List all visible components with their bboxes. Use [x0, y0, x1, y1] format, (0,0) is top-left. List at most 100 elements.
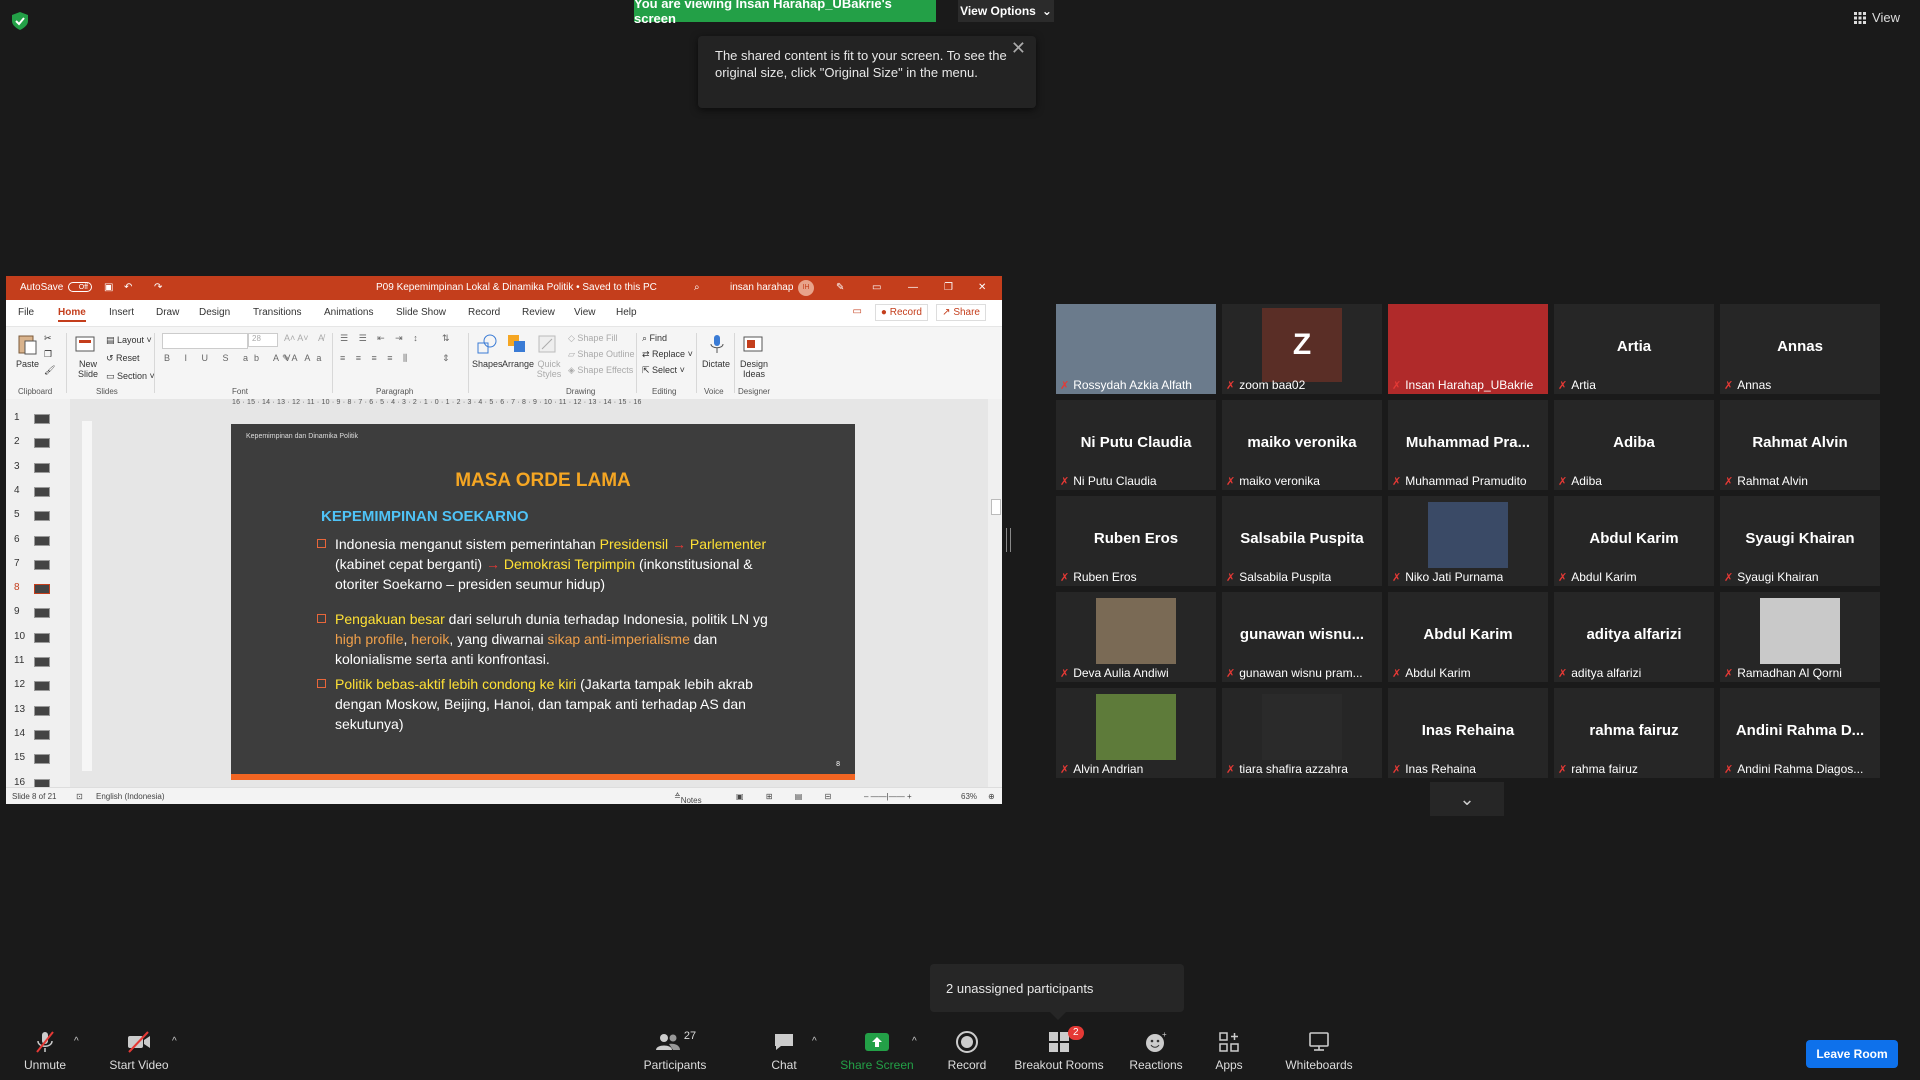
- quick-styles-icon[interactable]: [536, 333, 558, 355]
- arrange-icon[interactable]: [506, 333, 528, 355]
- tab-draw[interactable]: Draw: [156, 307, 179, 318]
- participant-tile[interactable]: Andini Rahma D... ✗ Andini Rahma Diagos...: [1720, 688, 1880, 778]
- align-text-icon[interactable]: ⇕: [442, 353, 450, 364]
- fit-slide-icon[interactable]: ⊕: [988, 792, 995, 801]
- copy-icon[interactable]: ❐: [44, 349, 52, 360]
- slide-thumbnail[interactable]: 11: [6, 650, 66, 670]
- participant-tile[interactable]: Annas ✗ Annas: [1720, 304, 1880, 394]
- participant-tile[interactable]: rahma fairuz ✗ rahma fairuz: [1554, 688, 1714, 778]
- increase-font-icon[interactable]: A˄ A˅: [284, 333, 309, 343]
- share-options-caret-icon[interactable]: ^: [912, 1036, 917, 1047]
- tab-home[interactable]: Home: [58, 307, 86, 322]
- minimize-icon[interactable]: —: [908, 282, 918, 293]
- participant-tile[interactable]: maiko veronika ✗ maiko veronika: [1222, 400, 1382, 490]
- participant-tile[interactable]: Z ✗ zoom baa02: [1222, 304, 1382, 394]
- language-status[interactable]: English (Indonesia): [96, 792, 164, 801]
- replace-button[interactable]: ⇄ Replace ˅: [642, 349, 693, 360]
- view-options-button[interactable]: View Options ⌄: [958, 0, 1054, 22]
- participant-tile[interactable]: ✗ Niko Jati Purnama: [1388, 496, 1548, 586]
- new-slide-label[interactable]: New Slide: [74, 359, 102, 379]
- slide-thumbnail[interactable]: 15: [6, 747, 66, 767]
- slide-thumbnail[interactable]: 8: [6, 577, 66, 597]
- tab-insert[interactable]: Insert: [109, 307, 134, 318]
- unassigned-participants-tooltip[interactable]: 2 unassigned participants: [930, 964, 1184, 1020]
- participant-tile[interactable]: Muhammad Pra... ✗ Muhammad Pramudito: [1388, 400, 1548, 490]
- slide-thumbnail[interactable]: 3: [6, 456, 66, 476]
- participant-tile[interactable]: gunawan wisnu... ✗ gunawan wisnu pram...: [1222, 592, 1382, 682]
- participant-tile[interactable]: ✗ tiara shafira azzahra: [1222, 688, 1382, 778]
- audio-options-caret-icon[interactable]: ^: [74, 1036, 79, 1047]
- accessibility-icon[interactable]: ⊡: [76, 792, 83, 801]
- slide-thumbnail[interactable]: 10: [6, 626, 66, 646]
- slide-thumbnail[interactable]: 9: [6, 601, 66, 621]
- find-button[interactable]: ⌕ Find: [642, 333, 667, 344]
- slide-canvas[interactable]: Kepemimpinan dan Dinamika Politik MASA O…: [231, 424, 855, 780]
- close-icon[interactable]: ✕: [1011, 39, 1026, 57]
- participant-tile[interactable]: Artia ✗ Artia: [1554, 304, 1714, 394]
- participant-tile[interactable]: Rahmat Alvin ✗ Rahmat Alvin: [1720, 400, 1880, 490]
- shapes-label[interactable]: Shapes: [472, 359, 503, 369]
- tab-file[interactable]: File: [18, 307, 34, 318]
- tab-transitions[interactable]: Transitions: [253, 307, 302, 318]
- tab-slide-show[interactable]: Slide Show: [396, 307, 446, 318]
- undo-icon[interactable]: ↶: [124, 282, 132, 293]
- slide-thumbnail[interactable]: 1: [6, 407, 66, 427]
- redo-icon[interactable]: ↷: [154, 282, 162, 293]
- shape-fill-button[interactable]: ◇ Shape Fill: [568, 333, 617, 344]
- vertical-scrollbar[interactable]: [988, 399, 1002, 788]
- slide-thumbnail[interactable]: 2: [6, 431, 66, 451]
- user-avatar[interactable]: IH: [798, 280, 814, 296]
- tab-animations[interactable]: Animations: [324, 307, 373, 318]
- notes-button[interactable]: ≙ Notes: [674, 792, 702, 804]
- slide-thumbnail[interactable]: 7: [6, 553, 66, 573]
- format-painter-icon[interactable]: 🖌: [44, 365, 55, 376]
- clear-format-icon[interactable]: A̸: [318, 333, 324, 343]
- tab-view[interactable]: View: [574, 307, 596, 318]
- start-video-button[interactable]: Start Video: [104, 1030, 174, 1072]
- font-format-buttons[interactable]: B I U S ab AV Aa: [164, 353, 327, 363]
- tab-review[interactable]: Review: [522, 307, 555, 318]
- share-screen-button[interactable]: Share Screen: [836, 1030, 918, 1072]
- participant-tile[interactable]: Inas Rehaina ✗ Inas Rehaina: [1388, 688, 1548, 778]
- next-page-chevron-icon[interactable]: ⌄: [1430, 782, 1504, 816]
- slide-thumbnail[interactable]: 12: [6, 674, 66, 694]
- zoom-slider[interactable]: – ——|—— +: [864, 792, 912, 801]
- quick-styles-label[interactable]: Quick Styles: [534, 359, 564, 379]
- paste-label[interactable]: Paste: [16, 359, 39, 369]
- pen-icon[interactable]: ✎: [836, 282, 844, 293]
- align-buttons[interactable]: ≡ ≡ ≡ ≡ ⫼: [340, 353, 411, 364]
- participant-tile[interactable]: Syaugi Khairan ✗ Syaugi Khairan: [1720, 496, 1880, 586]
- shapes-icon[interactable]: [476, 333, 498, 355]
- participant-tile[interactable]: Salsabila Puspita ✗ Salsabila Puspita: [1222, 496, 1382, 586]
- participant-tile[interactable]: ✗ Deva Aulia Andiwi: [1056, 592, 1216, 682]
- user-name[interactable]: insan harahap: [730, 282, 793, 293]
- font-size-box[interactable]: 28: [248, 333, 278, 347]
- participant-tile[interactable]: Adiba ✗ Adiba: [1554, 400, 1714, 490]
- restore-icon[interactable]: ❐: [944, 282, 953, 293]
- dictate-label[interactable]: Dictate: [702, 359, 730, 369]
- cut-icon[interactable]: ✂: [44, 333, 52, 344]
- shape-outline-button[interactable]: ▱ Shape Outline: [568, 349, 634, 360]
- reset-button[interactable]: ↺ Reset: [106, 353, 140, 364]
- close-window-icon[interactable]: ✕: [978, 282, 986, 293]
- shape-effects-button[interactable]: ◈ Shape Effects: [568, 365, 633, 376]
- ppt-record-button[interactable]: ● Record: [874, 304, 928, 321]
- view-button[interactable]: View: [1854, 10, 1900, 25]
- paste-icon[interactable]: [16, 333, 38, 355]
- participant-tile[interactable]: ✗ Ramadhan Al Qorni: [1720, 592, 1880, 682]
- microphone-icon[interactable]: [706, 333, 728, 355]
- tab-design[interactable]: Design: [199, 307, 230, 318]
- participant-tile[interactable]: Abdul Karim ✗ Abdul Karim: [1554, 496, 1714, 586]
- slide-thumbnail[interactable]: 6: [6, 529, 66, 549]
- participant-tile[interactable]: aditya alfarizi ✗ aditya alfarizi: [1554, 592, 1714, 682]
- reactions-button[interactable]: + Reactions: [1124, 1030, 1188, 1072]
- layout-button[interactable]: ▤ Layout ˅: [106, 335, 152, 346]
- slide-thumbnail[interactable]: 4: [6, 480, 66, 500]
- comments-icon[interactable]: ▭: [853, 306, 862, 317]
- video-options-caret-icon[interactable]: ^: [172, 1036, 177, 1047]
- chat-options-caret-icon[interactable]: ^: [812, 1036, 817, 1047]
- splitter-handle[interactable]: [1006, 528, 1011, 552]
- participant-tile[interactable]: ✗ Insan Harahap_UBakrie: [1388, 304, 1548, 394]
- slide-thumbnail[interactable]: 5: [6, 504, 66, 524]
- autosave-toggle[interactable]: Off: [64, 282, 92, 293]
